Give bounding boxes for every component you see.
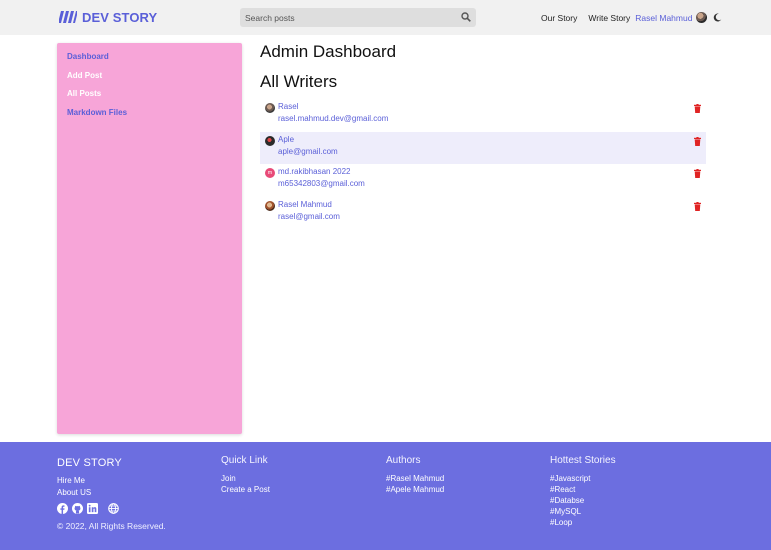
- sidebar-item-markdown-files[interactable]: Markdown Files: [57, 104, 242, 123]
- copyright: © 2022, All Rights Reserved.: [57, 521, 166, 531]
- footer-link-hire-me[interactable]: Hire Me: [57, 476, 85, 485]
- trash-icon[interactable]: [694, 136, 701, 146]
- page-title: Admin Dashboard: [260, 42, 397, 61]
- list-item[interactable]: Aple aple@gmail.com: [260, 131, 706, 164]
- footer-tag-link[interactable]: #React: [550, 485, 575, 494]
- writer-email: rasel@gmail.com: [278, 211, 340, 221]
- footer-link-about-us[interactable]: About US: [57, 488, 91, 497]
- sidebar-item-all-posts[interactable]: All Posts: [57, 85, 242, 104]
- avatar: m: [265, 168, 275, 178]
- moon-icon[interactable]: [713, 13, 722, 22]
- avatar: [265, 200, 275, 211]
- writer-name[interactable]: Rasel: [278, 102, 706, 112]
- footer-link-join[interactable]: Join: [221, 474, 236, 483]
- footer-tag-link[interactable]: #Loop: [550, 518, 572, 527]
- footer-author-link[interactable]: #Rasel Mahmud: [386, 474, 444, 483]
- footer-tag-link[interactable]: #Databse: [550, 496, 584, 505]
- list-item[interactable]: Rasel rasel.mahmud.dev@gmail.com: [260, 99, 706, 132]
- sidebar-item-add-post[interactable]: Add Post: [57, 67, 242, 86]
- list-item[interactable]: m md.rakibhasan 2022 m65342803@gmail.com: [260, 164, 706, 197]
- navbar: DEV STORY Our Story Write Story Rasel Ma…: [0, 0, 771, 35]
- writer-name[interactable]: Aple: [278, 135, 706, 145]
- writer-name[interactable]: Rasel Mahmud: [278, 200, 706, 210]
- avatar: [265, 103, 275, 113]
- sidebar-item-dashboard[interactable]: Dashboard: [57, 48, 242, 67]
- sidebar: Dashboard Add Post All Posts Markdown Fi…: [57, 43, 242, 434]
- logo[interactable]: DEV STORY: [59, 9, 157, 25]
- footer-author-link[interactable]: #Apele Mahmud: [386, 485, 444, 494]
- nav-user-name[interactable]: Rasel Mahmud: [635, 13, 692, 23]
- social-links: [57, 503, 123, 514]
- search-input[interactable]: [240, 8, 455, 27]
- main-content: Admin Dashboard All Writers Rasel rasel.…: [260, 40, 706, 229]
- trash-icon[interactable]: [694, 104, 701, 113]
- trash-icon[interactable]: [694, 201, 701, 211]
- footer: DEV STORY Hire Me About US © 2022, All R…: [0, 442, 771, 550]
- writer-email: rasel.mahmud.dev@gmail.com: [278, 114, 389, 123]
- trash-icon[interactable]: [694, 169, 701, 178]
- facebook-icon[interactable]: [57, 503, 68, 514]
- writers-list: Rasel rasel.mahmud.dev@gmail.com Aple ap…: [260, 99, 706, 229]
- footer-brand: DEV STORY: [57, 457, 122, 469]
- footer-link-create-post[interactable]: Create a Post: [221, 485, 270, 494]
- list-item[interactable]: Rasel Mahmud rasel@gmail.com: [260, 197, 706, 230]
- github-icon[interactable]: [72, 503, 83, 514]
- avatar[interactable]: [696, 12, 708, 23]
- footer-hottest-title: Hottest Stories: [550, 455, 616, 466]
- writer-name[interactable]: md.rakibhasan 2022: [278, 167, 706, 177]
- writer-email: m65342803@gmail.com: [278, 179, 365, 188]
- avatar: [265, 135, 275, 146]
- nav-link-write-story[interactable]: Write Story: [588, 13, 630, 23]
- search-bar: [240, 8, 476, 27]
- linkedin-icon[interactable]: [87, 503, 98, 514]
- brand-name: DEV STORY: [82, 9, 158, 25]
- nav-link-our-story[interactable]: Our Story: [541, 13, 577, 23]
- footer-tag-link[interactable]: #MySQL: [550, 507, 581, 516]
- logo-stripes-icon: [59, 11, 77, 23]
- section-title: All Writers: [260, 72, 338, 91]
- footer-tag-link[interactable]: #Javascript: [550, 474, 590, 483]
- globe-icon[interactable]: [108, 503, 119, 514]
- nav-links: Our Story Write Story Rasel Mahmud: [541, 12, 722, 23]
- footer-quick-link-title: Quick Link: [221, 455, 268, 466]
- writer-email: aple@gmail.com: [278, 146, 338, 156]
- footer-authors-title: Authors: [386, 455, 421, 466]
- search-icon[interactable]: [461, 12, 471, 22]
